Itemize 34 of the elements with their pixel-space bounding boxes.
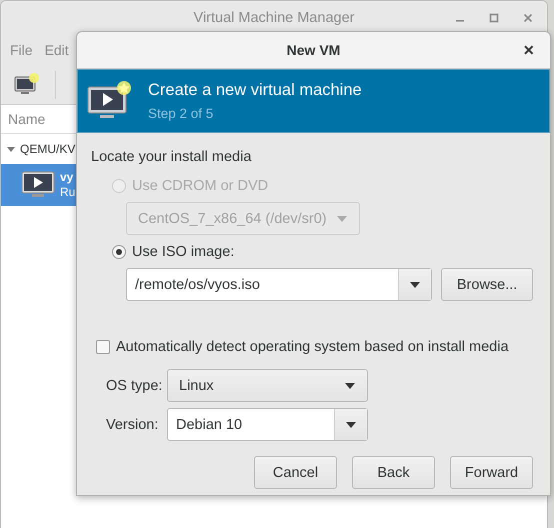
os-type-dropdown[interactable]: Linux [167,369,368,402]
radio-button[interactable] [112,245,126,259]
section-label: Locate your install media [91,149,252,165]
banner-title: Create a new virtual machine [148,81,362,100]
dropdown-arrow-icon [345,382,355,388]
dropdown-button[interactable] [334,409,367,440]
vm-name: vy [60,170,74,185]
dropdown-arrow-icon [410,282,420,288]
checkbox[interactable] [96,340,110,354]
dropdown-arrow-icon [346,422,356,428]
dialog-button[interactable]: Forward [450,456,533,489]
maximize-icon[interactable] [489,13,499,23]
dropdown-arrow-icon [336,216,347,222]
checkbox-label[interactable]: Automatically detect operating system based on install media [116,339,509,355]
os-type-label: OS type: [106,378,164,394]
vm-status: Ru [60,185,76,200]
dialog-button[interactable]: Cancel [254,456,337,489]
window-title: Virtual Machine Manager [194,10,354,26]
version-label: Version: [106,416,160,432]
radio-label[interactable]: Use ISO image: [132,244,234,260]
iso-path-field[interactable]: /remote/os/vyos.iso [126,268,432,301]
monitor-icon [21,171,55,199]
dialog-button[interactable]: Back [352,456,435,489]
dropdown-button[interactable] [398,269,432,300]
expander-icon[interactable] [6,144,16,154]
new-vm-icon[interactable] [13,73,41,97]
step-label: Step 2 of 5 [148,106,214,121]
close-button[interactable]: × [519,40,538,60]
close-icon[interactable] [523,13,533,23]
version-field[interactable]: Debian 10 [167,408,368,441]
browse-button[interactable]: Browse... [441,268,533,301]
column-header[interactable]: Name [8,111,46,127]
connection-label: QEMU/KV [20,142,76,156]
dialog-title: New VM [286,42,340,58]
